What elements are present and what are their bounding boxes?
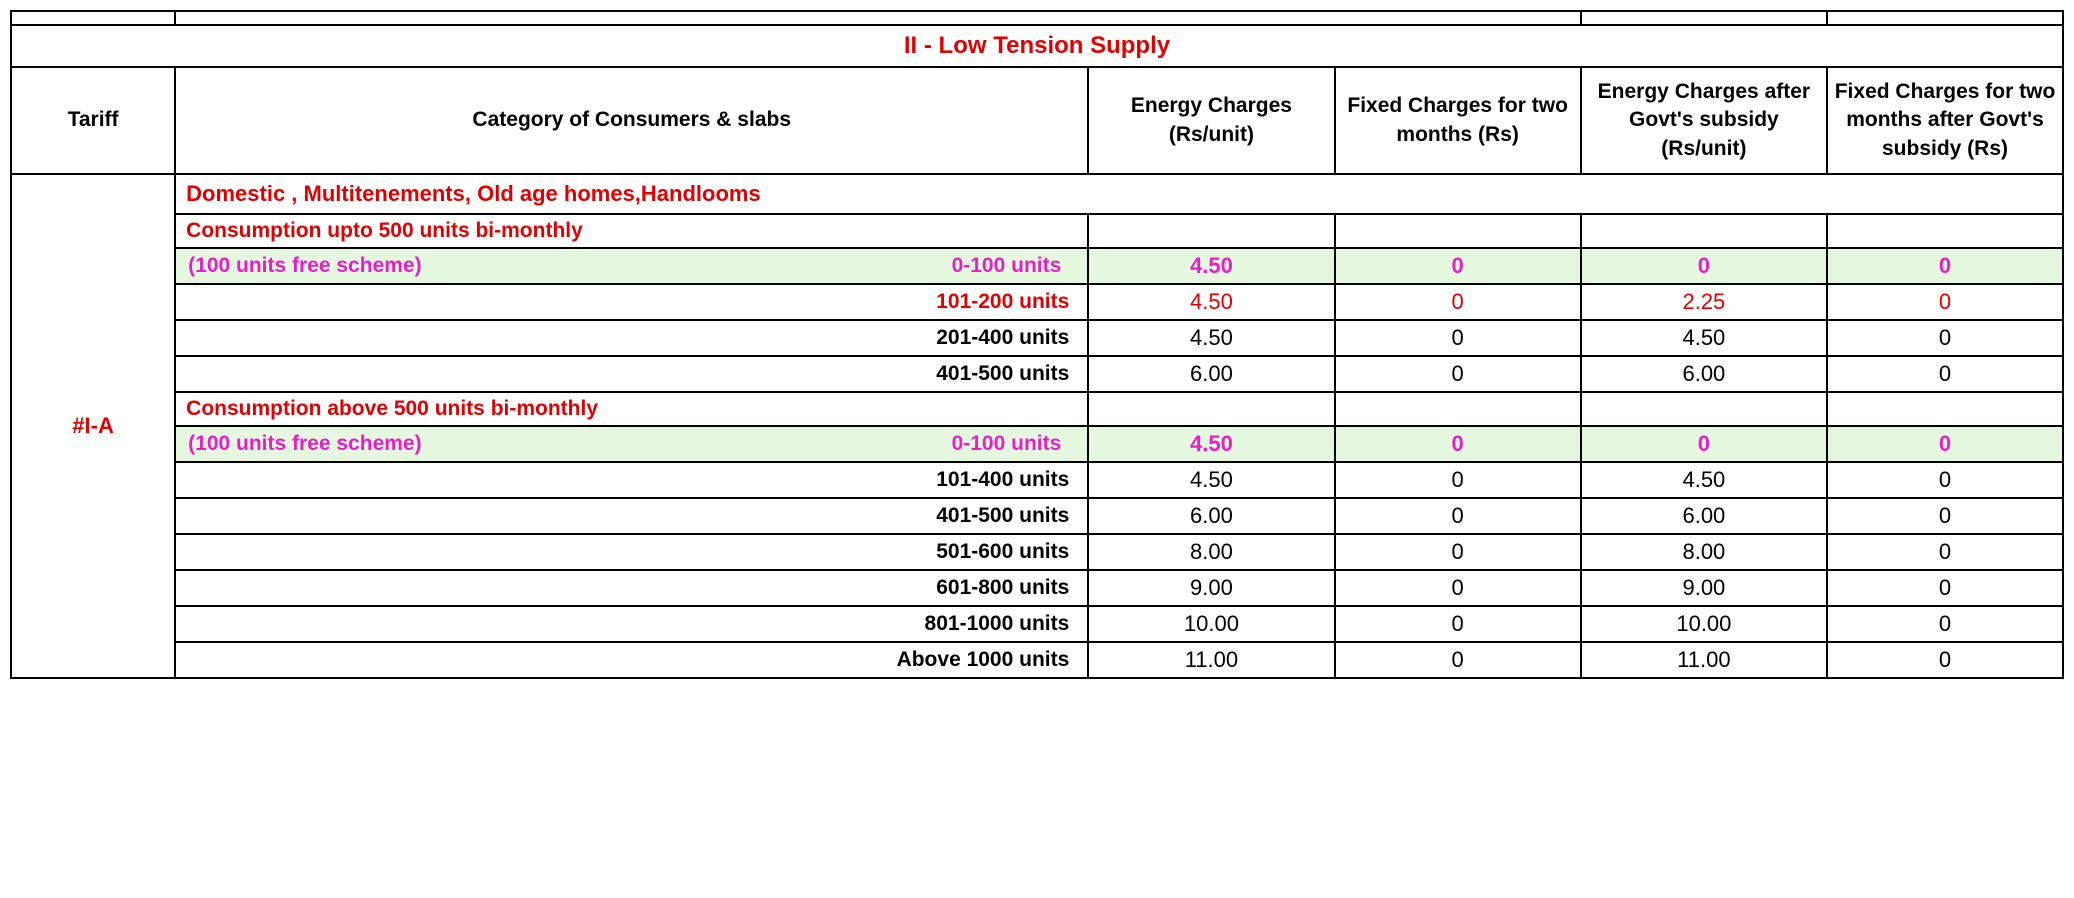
cell-blank xyxy=(1088,392,1334,426)
slab-free-scheme: (100 units free scheme) 0-100 units xyxy=(175,426,1088,462)
slab-label: 801-1000 units xyxy=(175,606,1088,642)
cell-fc: 0 xyxy=(1335,356,1581,392)
cell-ecs: 2.25 xyxy=(1581,284,1827,320)
cell-ecs: 6.00 xyxy=(1581,498,1827,534)
slab-label: 601-800 units xyxy=(175,570,1088,606)
cell-ecs: 6.00 xyxy=(1581,356,1827,392)
cell-ec: 6.00 xyxy=(1088,498,1334,534)
cell-fcs: 0 xyxy=(1827,534,2063,570)
cell-ecs: 10.00 xyxy=(1581,606,1827,642)
cell-ecs: 9.00 xyxy=(1581,570,1827,606)
cell-fc: 0 xyxy=(1335,284,1581,320)
table-row: (100 units free scheme) 0-100 units 4.50… xyxy=(11,248,2063,284)
cell-ec: 11.00 xyxy=(1088,642,1334,678)
cell-blank xyxy=(1335,214,1581,248)
cell-fc: 0 xyxy=(1335,570,1581,606)
tariff-code-cell: #I-A xyxy=(11,174,175,678)
cell-ec: 4.50 xyxy=(1088,248,1334,284)
cell-blank xyxy=(1088,214,1334,248)
slab-label: 101-400 units xyxy=(175,462,1088,498)
slab-label: 201-400 units xyxy=(175,320,1088,356)
cell-ecs: 11.00 xyxy=(1581,642,1827,678)
section-title: II - Low Tension Supply xyxy=(11,25,2063,67)
cell-blank xyxy=(1581,392,1827,426)
slab-label: 501-600 units xyxy=(175,534,1088,570)
cell-fcs: 0 xyxy=(1827,320,2063,356)
cell-fc: 0 xyxy=(1335,248,1581,284)
cell-fcs: 0 xyxy=(1827,498,2063,534)
col-header-energy-after-subsidy: Energy Charges after Govt's subsidy (Rs/… xyxy=(1581,67,1827,174)
table-row: 101-400 units 4.50 0 4.50 0 xyxy=(11,462,2063,498)
cell-blank xyxy=(1827,214,2063,248)
category-header: Domestic , Multitenements, Old age homes… xyxy=(175,174,2063,214)
cell-fc: 0 xyxy=(1335,426,1581,462)
cell-fcs: 0 xyxy=(1827,356,2063,392)
slab-label: Above 1000 units xyxy=(175,642,1088,678)
col-header-category: Category of Consumers & slabs xyxy=(175,67,1088,174)
col-header-tariff: Tariff xyxy=(11,67,175,174)
cell-ec: 4.50 xyxy=(1088,462,1334,498)
cell-blank xyxy=(1335,392,1581,426)
table-row: Above 1000 units 11.00 0 11.00 0 xyxy=(11,642,2063,678)
slab-free-scheme: (100 units free scheme) 0-100 units xyxy=(175,248,1088,284)
cell-fc: 0 xyxy=(1335,462,1581,498)
group1-title: Consumption upto 500 units bi-monthly xyxy=(175,214,1088,248)
cell-fcs: 0 xyxy=(1827,248,2063,284)
cell-fcs: 0 xyxy=(1827,462,2063,498)
free-scheme-range: 0-100 units xyxy=(952,432,1062,456)
col-header-fixed-after-subsidy: Fixed Charges for two months after Govt'… xyxy=(1827,67,2063,174)
cell-fcs: 0 xyxy=(1827,606,2063,642)
cell-ecs: 0 xyxy=(1581,248,1827,284)
table-row: 401-500 units 6.00 0 6.00 0 xyxy=(11,356,2063,392)
cell-ec: 9.00 xyxy=(1088,570,1334,606)
table-row: 401-500 units 6.00 0 6.00 0 xyxy=(11,498,2063,534)
cell-fcs: 0 xyxy=(1827,284,2063,320)
slab-label: 101-200 units xyxy=(175,284,1088,320)
cell-fc: 0 xyxy=(1335,606,1581,642)
table-row: 201-400 units 4.50 0 4.50 0 xyxy=(11,320,2063,356)
slab-label: 401-500 units xyxy=(175,498,1088,534)
slab-label: 401-500 units xyxy=(175,356,1088,392)
cell-ecs: 0 xyxy=(1581,426,1827,462)
cell-fcs: 0 xyxy=(1827,642,2063,678)
free-scheme-label: (100 units free scheme) xyxy=(188,432,421,456)
cell-ec: 4.50 xyxy=(1088,320,1334,356)
cell-ecs: 8.00 xyxy=(1581,534,1827,570)
cell-ecs: 4.50 xyxy=(1581,462,1827,498)
col-header-fixed-charges: Fixed Charges for two months (Rs) xyxy=(1335,67,1581,174)
group2-title: Consumption above 500 units bi-monthly xyxy=(175,392,1088,426)
free-scheme-label: (100 units free scheme) xyxy=(188,254,421,278)
col-header-energy-charges: Energy Charges (Rs/unit) xyxy=(1088,67,1334,174)
cell-fc: 0 xyxy=(1335,534,1581,570)
cell-blank xyxy=(1581,214,1827,248)
table-row: (100 units free scheme) 0-100 units 4.50… xyxy=(11,426,2063,462)
cell-fcs: 0 xyxy=(1827,570,2063,606)
cell-fcs: 0 xyxy=(1827,426,2063,462)
cell-ec: 8.00 xyxy=(1088,534,1334,570)
cell-ec: 10.00 xyxy=(1088,606,1334,642)
table-row: 801-1000 units 10.00 0 10.00 0 xyxy=(11,606,2063,642)
cell-ec: 4.50 xyxy=(1088,426,1334,462)
cell-blank xyxy=(1827,392,2063,426)
cell-fc: 0 xyxy=(1335,642,1581,678)
cell-ec: 4.50 xyxy=(1088,284,1334,320)
cell-ec: 6.00 xyxy=(1088,356,1334,392)
cell-fc: 0 xyxy=(1335,320,1581,356)
table-row: 101-200 units 4.50 0 2.25 0 xyxy=(11,284,2063,320)
table-row: 601-800 units 9.00 0 9.00 0 xyxy=(11,570,2063,606)
cell-fc: 0 xyxy=(1335,498,1581,534)
cell-ecs: 4.50 xyxy=(1581,320,1827,356)
tariff-table: II - Low Tension Supply Tariff Category … xyxy=(10,10,2064,679)
table-row: 501-600 units 8.00 0 8.00 0 xyxy=(11,534,2063,570)
free-scheme-range: 0-100 units xyxy=(952,254,1062,278)
